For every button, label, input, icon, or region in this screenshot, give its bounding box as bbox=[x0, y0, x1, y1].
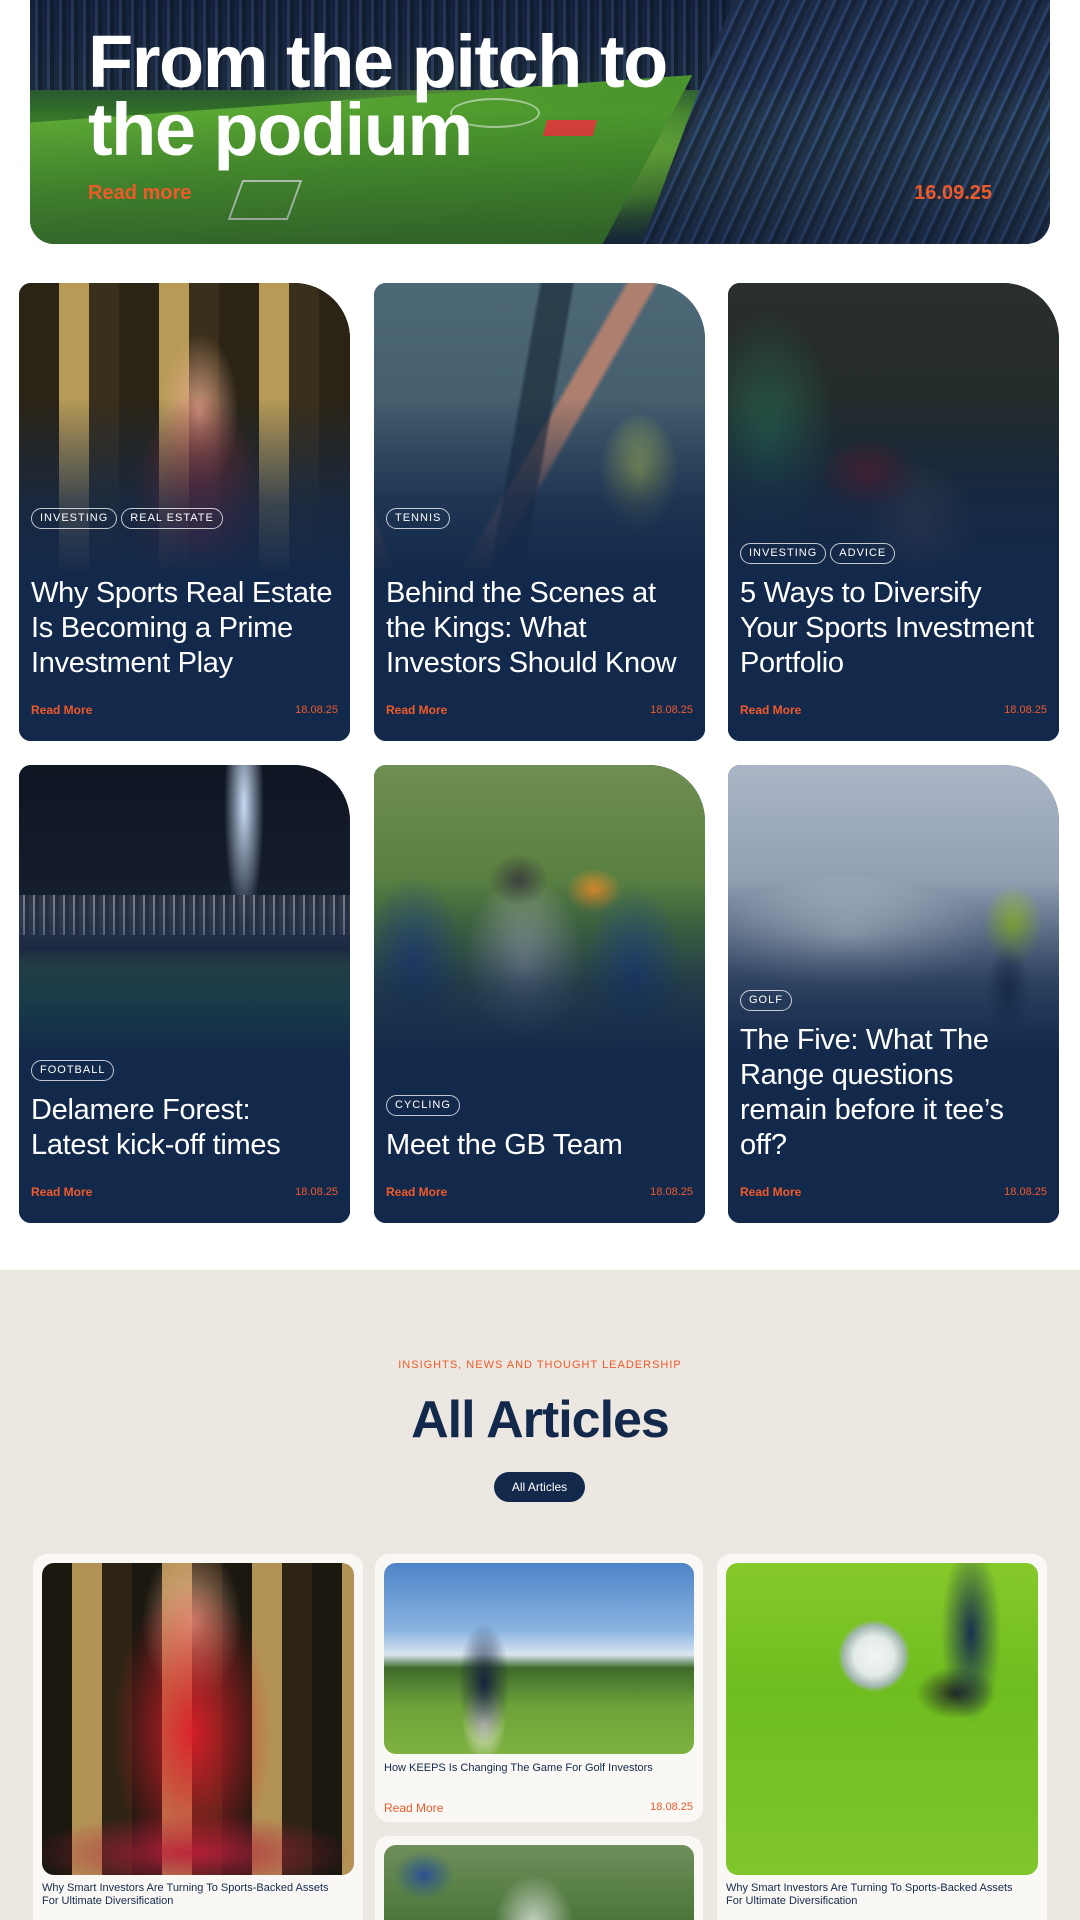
card-tags: GOLF bbox=[740, 990, 792, 1011]
article-caption[interactable]: Why Smart Investors Are Turning To Sport… bbox=[726, 1882, 1031, 1908]
article-image-weightlifting bbox=[42, 1563, 354, 1875]
read-more-link[interactable]: Read More bbox=[740, 703, 801, 717]
card-tags: TENNIS bbox=[386, 508, 451, 529]
card-date: 18.08.25 bbox=[1004, 704, 1047, 716]
hero-title: From the pitch to the podium bbox=[88, 20, 668, 171]
section-eyebrow: INSIGHTS, NEWS AND THOUGHT LEADERSHIP bbox=[398, 1359, 682, 1371]
read-more-link[interactable]: Read More bbox=[31, 1185, 92, 1199]
article-card[interactable]: Why Smart Investors Are Turning To Sport… bbox=[33, 1554, 363, 1920]
featured-card[interactable]: CYCLING Meet the GB Team Read More 18.08… bbox=[374, 765, 705, 1223]
hero-banner[interactable]: From the pitch to the podium Read more 1… bbox=[30, 0, 1050, 244]
card-title[interactable]: Delamere Forest: Latest kick-off times bbox=[31, 1093, 334, 1163]
filter-all-articles-button[interactable]: All Articles bbox=[494, 1472, 585, 1502]
card-tags: INVESTING REAL ESTATE bbox=[31, 508, 223, 529]
article-card[interactable]: Why Smart Investors Are Turning To Sport… bbox=[717, 1554, 1047, 1920]
card-title[interactable]: 5 Ways to Diversify Your Sports Investme… bbox=[740, 576, 1043, 681]
featured-card[interactable]: INVESTING REAL ESTATE Why Sports Real Es… bbox=[19, 283, 350, 741]
tag[interactable]: REAL ESTATE bbox=[121, 508, 223, 529]
article-image-cycling bbox=[384, 1845, 694, 1920]
card-date: 18.08.25 bbox=[650, 1186, 693, 1198]
article-image-golf bbox=[384, 1563, 694, 1754]
card-title[interactable]: Why Sports Real Estate Is Becoming a Pri… bbox=[31, 576, 334, 681]
card-title[interactable]: The Five: What The Range questions remai… bbox=[740, 1023, 1043, 1163]
card-date: 18.08.25 bbox=[295, 1186, 338, 1198]
card-tags: FOOTBALL bbox=[31, 1060, 115, 1081]
card-tags: CYCLING bbox=[386, 1095, 460, 1116]
tag[interactable]: INVESTING bbox=[740, 543, 827, 564]
read-more-link[interactable]: Read More bbox=[386, 1185, 447, 1199]
card-tags: INVESTING ADVICE bbox=[740, 543, 896, 564]
read-more-link[interactable]: Read More bbox=[384, 1801, 443, 1815]
featured-card[interactable]: INVESTING ADVICE 5 Ways to Diversify You… bbox=[728, 283, 1059, 741]
read-more-link[interactable]: Read More bbox=[386, 703, 447, 717]
article-date: 18.08.25 bbox=[650, 1801, 693, 1813]
read-more-link[interactable]: Read More bbox=[740, 1185, 801, 1199]
tag[interactable]: ADVICE bbox=[830, 543, 896, 564]
article-image-football bbox=[726, 1563, 1038, 1875]
tag[interactable]: CYCLING bbox=[386, 1095, 460, 1116]
all-articles-section: INSIGHTS, NEWS AND THOUGHT LEADERSHIP Al… bbox=[0, 1270, 1080, 1920]
tag[interactable]: FOOTBALL bbox=[31, 1060, 115, 1081]
featured-card[interactable]: TENNIS Behind the Scenes at the Kings: W… bbox=[374, 283, 705, 741]
card-date: 18.08.25 bbox=[295, 704, 338, 716]
article-card[interactable]: How KEEPS Is Changing The Game For Golf … bbox=[375, 1554, 703, 1822]
card-date: 18.08.25 bbox=[1004, 1186, 1047, 1198]
tag[interactable]: INVESTING bbox=[31, 508, 118, 529]
tag[interactable]: TENNIS bbox=[386, 508, 451, 529]
hero-read-more-link[interactable]: Read more bbox=[88, 182, 191, 205]
article-caption[interactable]: Why Smart Investors Are Turning To Sport… bbox=[42, 1882, 347, 1908]
featured-card[interactable]: GOLF The Five: What The Range questions … bbox=[728, 765, 1059, 1223]
hero-date: 16.09.25 bbox=[914, 182, 992, 204]
read-more-link[interactable]: Read More bbox=[31, 703, 92, 717]
card-title[interactable]: Meet the GB Team bbox=[386, 1128, 689, 1163]
tag[interactable]: GOLF bbox=[740, 990, 792, 1011]
section-title: All Articles bbox=[411, 1391, 670, 1449]
featured-card[interactable]: FOOTBALL Delamere Forest: Latest kick-of… bbox=[19, 765, 350, 1223]
article-caption[interactable]: How KEEPS Is Changing The Game For Golf … bbox=[384, 1762, 687, 1775]
card-title[interactable]: Behind the Scenes at the Kings: What Inv… bbox=[386, 576, 689, 681]
card-date: 18.08.25 bbox=[650, 704, 693, 716]
article-card[interactable] bbox=[375, 1836, 703, 1920]
